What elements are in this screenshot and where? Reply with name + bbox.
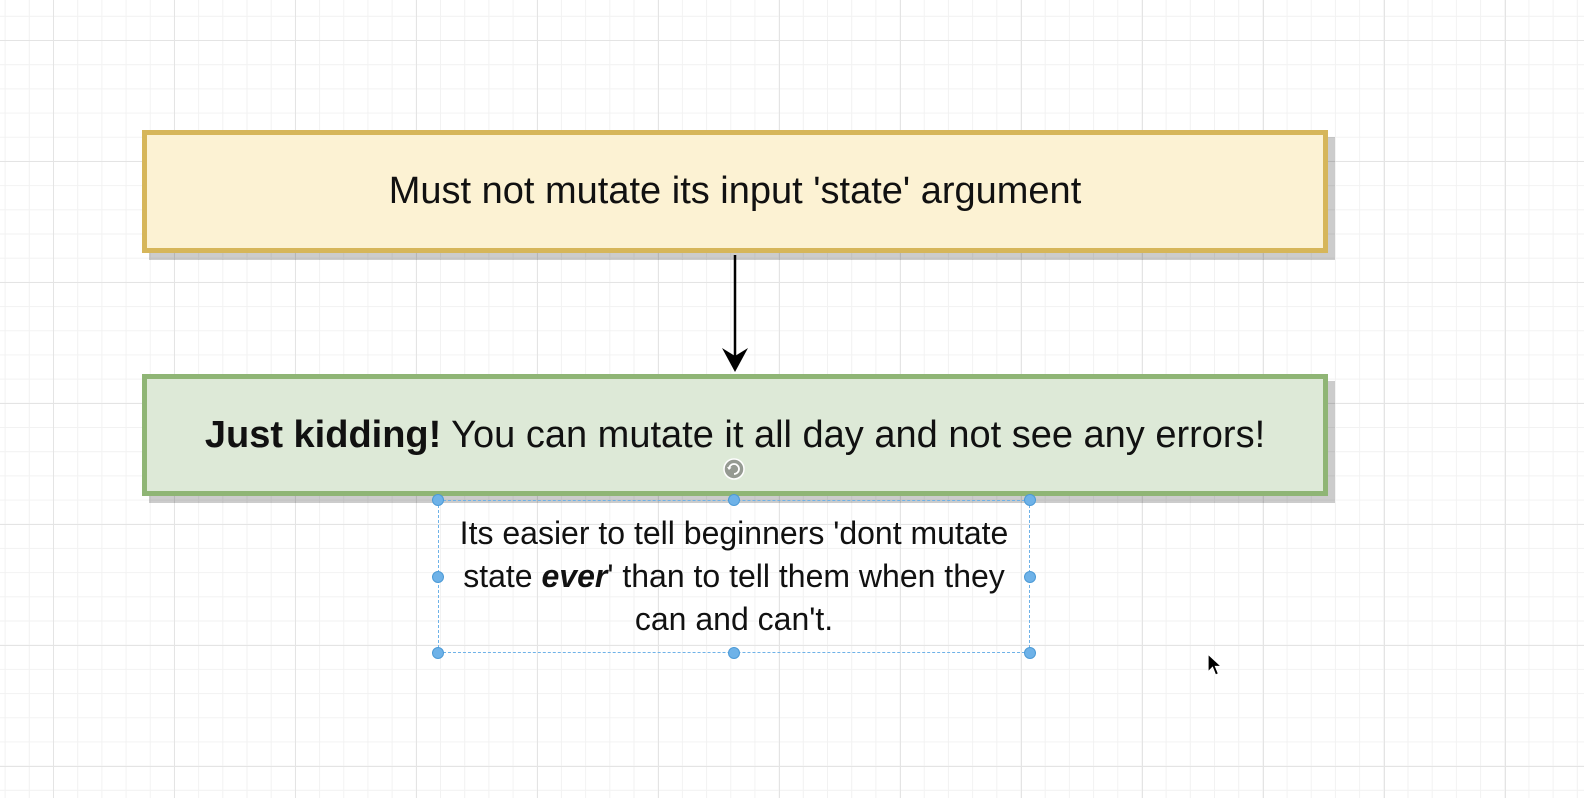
bottom-box-label: Just kidding! You can mutate it all day … (205, 411, 1265, 459)
resize-handle-left[interactable] (432, 571, 444, 583)
resize-handle-top-left[interactable] (432, 494, 444, 506)
bottom-box-bold-text: Just kidding! (204, 414, 442, 456)
resize-handle-right[interactable] (1024, 571, 1036, 583)
top-box-text: Must not mutate its input 'state' argume… (388, 170, 1082, 212)
note-label: Its easier to tell beginners 'dont mutat… (449, 512, 1019, 641)
bottom-box-text: You can mutate it all day and not see an… (441, 414, 1266, 456)
rotate-cursor-icon (723, 458, 745, 480)
resize-handle-bottom[interactable] (728, 647, 740, 659)
mouse-pointer-icon (1207, 652, 1224, 676)
resize-handle-top[interactable] (728, 494, 740, 506)
diagram-canvas[interactable]: Must not mutate its input 'state' argume… (0, 0, 1584, 798)
arrow-down-icon (722, 348, 748, 372)
top-box[interactable]: Must not mutate its input 'state' argume… (142, 130, 1328, 253)
note-text-after: ' than to tell them when they can and ca… (607, 558, 1005, 637)
resize-handle-bottom-right[interactable] (1024, 647, 1036, 659)
note-text-box[interactable]: Its easier to tell beginners 'dont mutat… (438, 500, 1030, 653)
resize-handle-top-right[interactable] (1024, 494, 1036, 506)
resize-handle-bottom-left[interactable] (432, 647, 444, 659)
note-emphasis: ever (541, 558, 608, 594)
